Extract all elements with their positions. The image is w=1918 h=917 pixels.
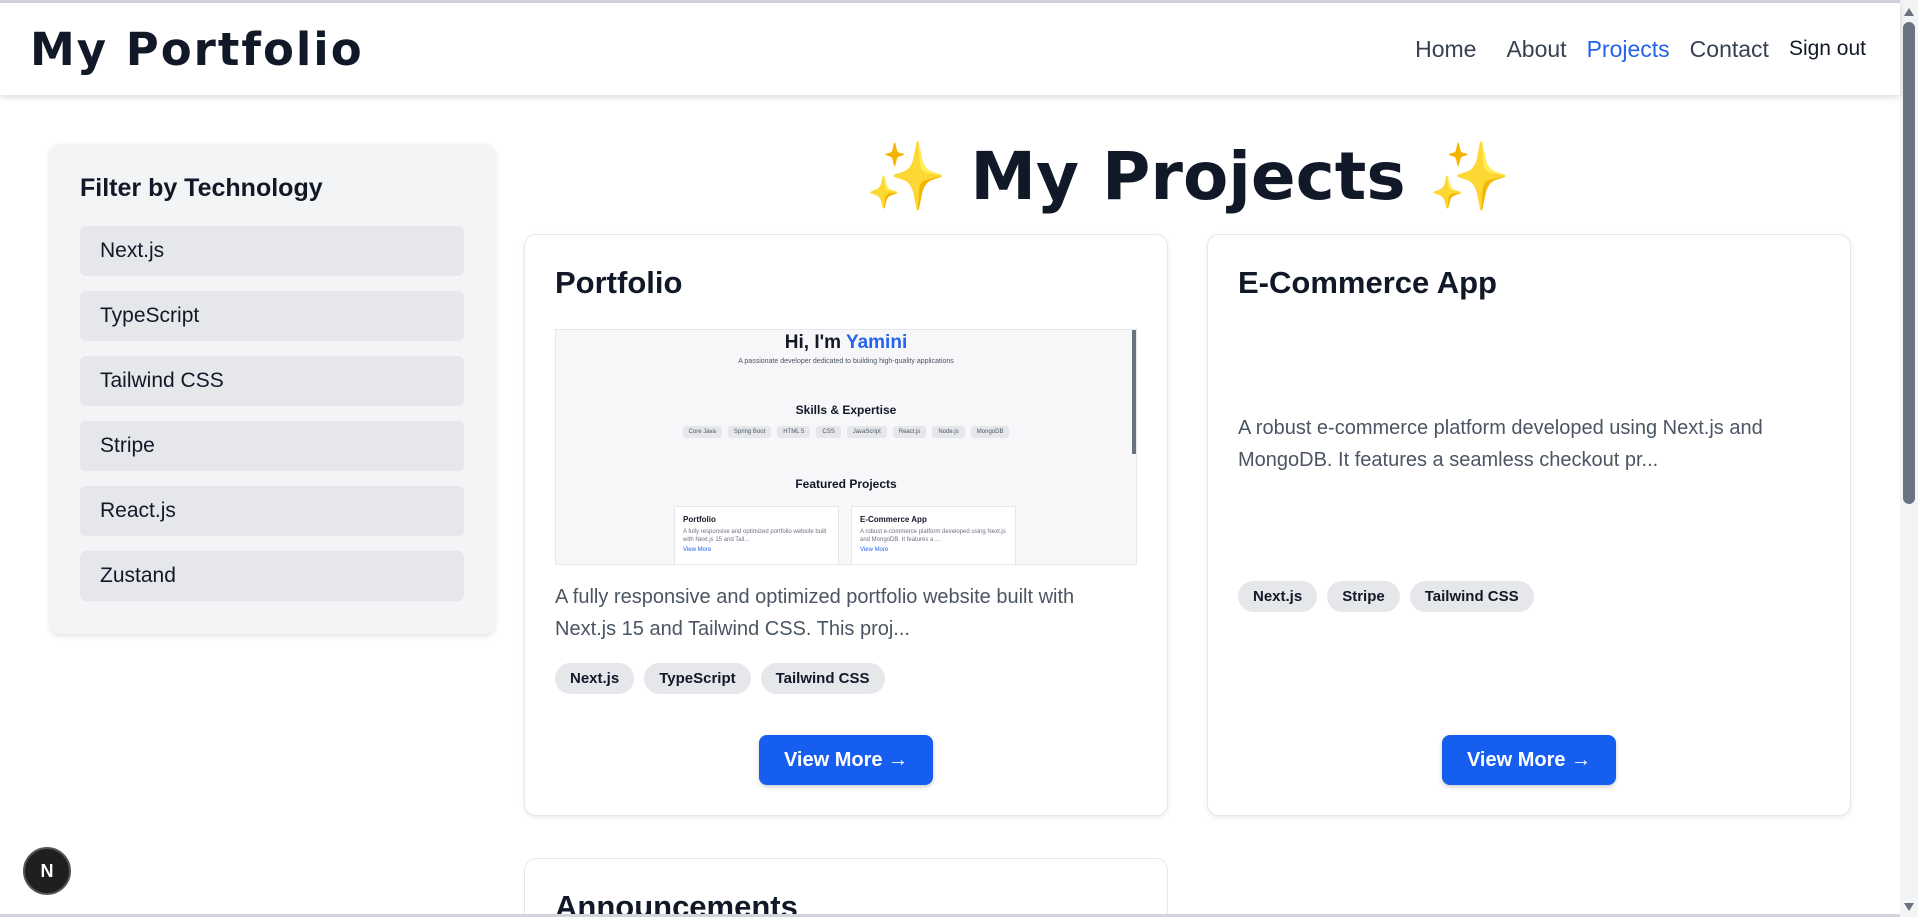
filter-tailwind[interactable]: Tailwind CSS xyxy=(80,356,464,406)
project-title: E-Commerce App xyxy=(1238,265,1497,300)
main-nav: Home About Projects Contact Sign out xyxy=(1415,36,1866,63)
filter-nextjs[interactable]: Next.js xyxy=(80,226,464,276)
project-title: Portfolio xyxy=(555,265,683,300)
nav-projects[interactable]: Projects xyxy=(1587,36,1670,63)
preview-skill-chip: CSS xyxy=(816,426,841,438)
preview-skills-heading: Skills & Expertise xyxy=(795,403,897,417)
filter-sidebar: Filter by Technology Next.js TypeScript … xyxy=(50,144,495,634)
tag-nextjs: Next.js xyxy=(1238,581,1318,612)
preview-card-desc: A robust e-commerce platform developed u… xyxy=(860,529,1006,543)
nav-contact[interactable]: Contact xyxy=(1690,36,1769,63)
sparkle-icon: ✨ xyxy=(865,138,948,215)
preview-skill-chip: Node.js xyxy=(932,426,965,438)
view-more-button[interactable]: View More → xyxy=(1442,735,1616,785)
filter-reactjs[interactable]: React.js xyxy=(80,486,464,536)
filter-zustand[interactable]: Zustand xyxy=(80,551,464,601)
preview-skill-chip: JavaScript xyxy=(846,426,887,438)
preview-skill-chip: Core Java xyxy=(682,426,722,438)
filter-title: Filter by Technology xyxy=(80,174,323,202)
preview-featured-heading: Featured Projects xyxy=(795,477,897,491)
preview-subtitle: A passionate developer dedicated to buil… xyxy=(738,358,954,365)
preview-skill-chip: Spring Boot xyxy=(727,426,772,438)
filter-typescript[interactable]: TypeScript xyxy=(80,291,464,341)
project-card-portfolio: Portfolio Hi, I'm Yamini A passionate de… xyxy=(524,234,1168,816)
preview-skill-chip: MongoDB xyxy=(970,426,1010,438)
page-title: ✨ My Projects ✨ xyxy=(524,138,1852,216)
project-screenshot: Hi, I'm Yamini A passionate developer de… xyxy=(555,329,1137,565)
sign-out-button[interactable]: Sign out xyxy=(1789,37,1866,61)
preview-greeting-text: Hi, I'm xyxy=(784,332,846,353)
project-card-ecommerce: E-Commerce App A robust e-commerce platf… xyxy=(1207,234,1851,816)
tag-typescript: TypeScript xyxy=(644,663,751,694)
project-description: A robust e-commerce platform developed u… xyxy=(1238,417,1763,471)
project-tags: Next.js TypeScript Tailwind CSS xyxy=(555,663,1137,694)
preview-name: Yamini xyxy=(845,332,908,353)
preview-card: E-Commerce App A robust e-commerce platf… xyxy=(851,506,1016,564)
announcements-title: Announcements xyxy=(555,889,798,917)
preview-card-link: View More xyxy=(683,547,712,553)
project-description: A fully responsive and optimized portfol… xyxy=(555,586,1075,640)
site-logo[interactable]: My Portfolio xyxy=(30,23,364,76)
nav-about[interactable]: About xyxy=(1506,36,1566,63)
view-more-button[interactable]: View More → xyxy=(759,735,933,785)
nextjs-dev-badge[interactable]: N xyxy=(23,847,71,895)
project-tags: Next.js Stripe Tailwind CSS xyxy=(1238,581,1820,612)
preview-card-title: E-Commerce App xyxy=(860,515,927,524)
preview-card: Portfolio A fully responsive and optimiz… xyxy=(674,506,839,564)
tag-tailwind: Tailwind CSS xyxy=(1409,581,1534,612)
page-title-text: My Projects xyxy=(970,138,1406,215)
filter-stripe[interactable]: Stripe xyxy=(80,421,464,471)
scroll-up-icon[interactable] xyxy=(1904,8,1914,16)
scrollbar-thumb[interactable] xyxy=(1903,22,1915,504)
tag-nextjs: Next.js xyxy=(555,663,635,694)
tag-stripe: Stripe xyxy=(1327,581,1400,612)
site-header: My Portfolio Home About Projects Contact… xyxy=(0,3,1900,95)
announcements-card: Announcements xyxy=(524,858,1168,917)
preview-card-title: Portfolio xyxy=(683,515,716,524)
sparkle-icon: ✨ xyxy=(1428,138,1511,215)
tag-tailwind: Tailwind CSS xyxy=(760,663,885,694)
scroll-down-icon[interactable] xyxy=(1904,903,1914,911)
nav-home[interactable]: Home xyxy=(1415,36,1476,63)
page-scrollbar[interactable] xyxy=(1900,0,1918,917)
preview-greeting: Hi, I'm Yamini xyxy=(556,332,1136,354)
preview-skills: Core Java Spring Boot HTML 5 CSS JavaScr… xyxy=(556,426,1136,438)
preview-card-desc: A fully responsive and optimized portfol… xyxy=(683,529,827,543)
preview-card-link: View More xyxy=(860,547,889,553)
preview-skill-chip: React.js xyxy=(892,426,927,438)
preview-skill-chip: HTML 5 xyxy=(777,426,811,438)
